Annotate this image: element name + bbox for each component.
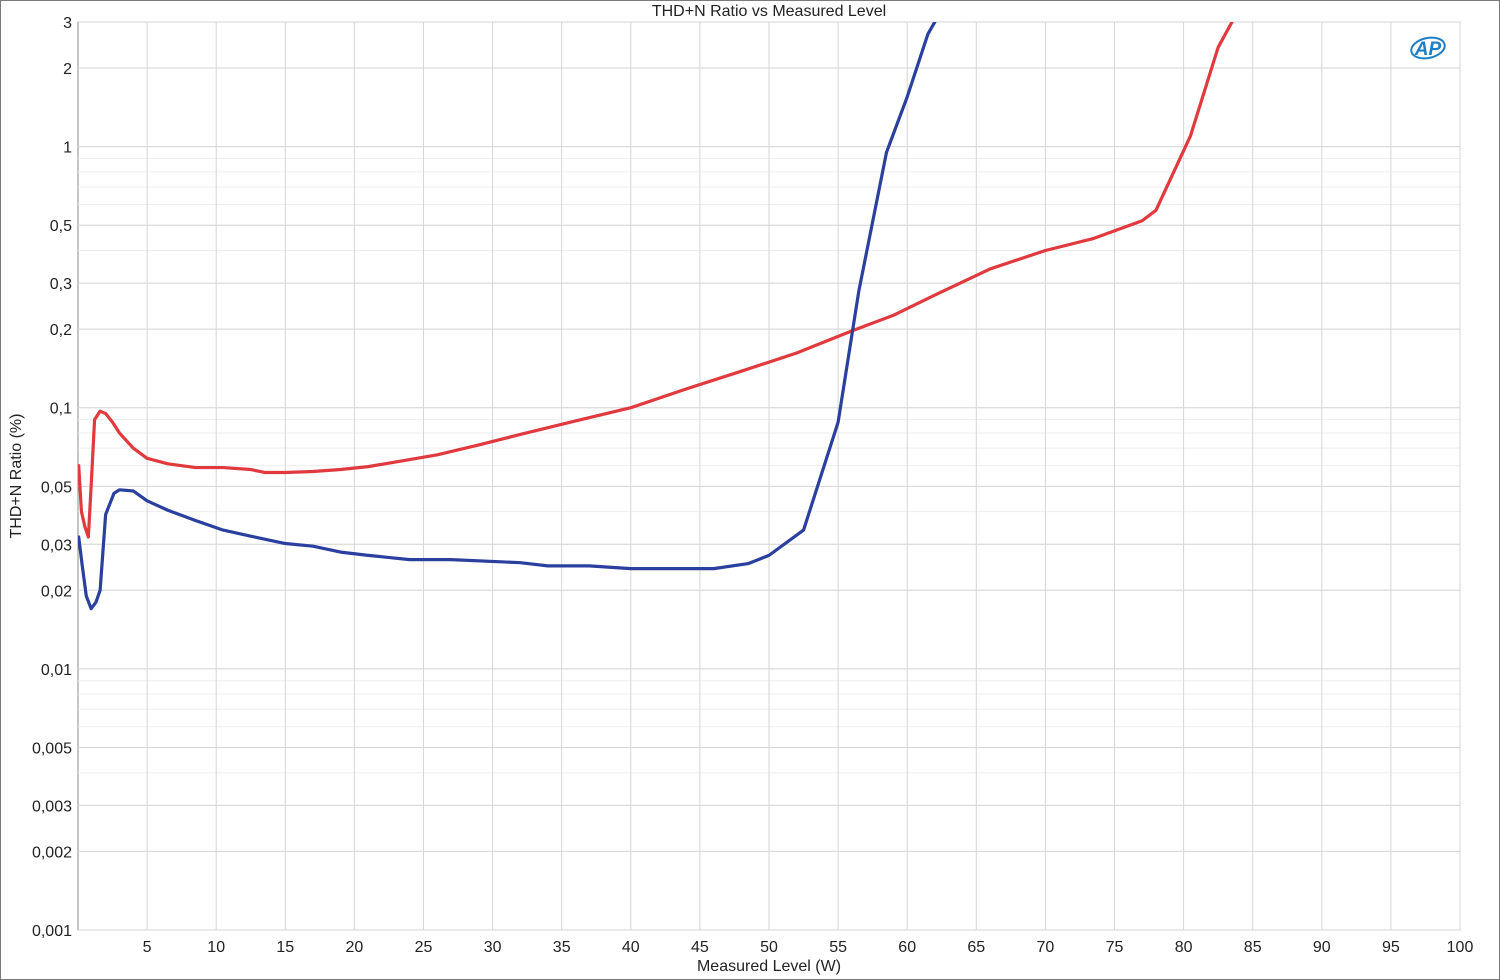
- x-axis-label: Measured Level (W): [697, 958, 841, 975]
- x-axis-ticks: 5 10 15 20 25 30 35 40 45 50 55 60 65 70 75 80 85 90 95 100: [143, 939, 1474, 956]
- ap-logo-icon: AP: [1410, 36, 1446, 60]
- x-tick-label: 75: [1106, 939, 1124, 956]
- x-tick-label: 45: [691, 939, 709, 956]
- x-tick-label: 80: [1175, 939, 1193, 956]
- y-tick-label: 0,02: [41, 583, 72, 600]
- x-tick-label: 35: [553, 939, 571, 956]
- x-tick-label: 20: [346, 939, 364, 956]
- x-tick-label: 30: [484, 939, 502, 956]
- x-tick-label: 95: [1382, 939, 1400, 956]
- x-tick-label: 5: [143, 939, 152, 956]
- y-tick-label: 0,005: [32, 740, 72, 757]
- x-tick-label: 10: [207, 939, 225, 956]
- x-tick-label: 60: [898, 939, 916, 956]
- x-tick-label: 15: [276, 939, 294, 956]
- y-axis-label: THD+N Ratio (%): [8, 414, 25, 539]
- y-tick-label: 3: [63, 15, 72, 32]
- y-axis-ticks: 0,001 0,002 0,003 0,005 0,01 0,02 0,03 0,05 0,1 0…: [32, 15, 72, 940]
- thd-n-chart: 5 10 15 20 25 30 35 40 45 50 55 60 65 70 75 80 85 90 95 100…: [8, 3, 1474, 975]
- y-tick-label: 0,2: [50, 322, 72, 339]
- y-tick-label: 2: [63, 61, 72, 78]
- x-tick-label: 70: [1037, 939, 1055, 956]
- y-tick-label: 0,1: [50, 401, 72, 418]
- x-tick-label: 50: [760, 939, 778, 956]
- y-tick-label: 0,5: [50, 218, 72, 235]
- y-tick-label: 1: [63, 140, 72, 157]
- y-tick-label: 0,002: [32, 844, 72, 861]
- x-tick-label: 40: [622, 939, 640, 956]
- x-tick-label: 90: [1313, 939, 1331, 956]
- x-tick-label: 85: [1244, 939, 1262, 956]
- y-tick-label: 0,003: [32, 798, 72, 815]
- x-tick-label: 65: [967, 939, 985, 956]
- ap-logo-text: AP: [1414, 39, 1442, 60]
- y-tick-label: 0,03: [41, 537, 72, 554]
- chart-title: THD+N Ratio vs Measured Level: [652, 3, 886, 20]
- major-gridlines: [78, 21, 1461, 931]
- y-tick-label: 0,001: [32, 923, 72, 940]
- y-tick-label: 0,01: [41, 662, 72, 679]
- x-tick-label: 25: [415, 939, 433, 956]
- y-tick-label: 0,05: [41, 479, 72, 496]
- x-tick-label: 55: [829, 939, 847, 956]
- y-tick-label: 0,3: [50, 276, 72, 293]
- x-tick-label: 100: [1447, 939, 1474, 956]
